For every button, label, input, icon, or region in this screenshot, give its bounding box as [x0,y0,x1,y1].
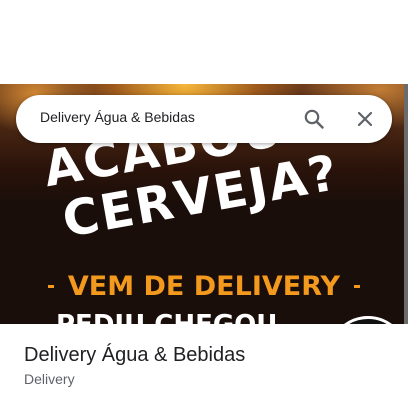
divider-right [354,284,360,288]
divider-left [48,284,54,288]
place-title: Delivery Água & Bebidas [24,344,246,366]
search-input[interactable]: Delivery Água & Bebidas [40,109,195,125]
search-icon[interactable] [303,108,325,130]
close-icon[interactable] [355,109,375,129]
map-top-area [0,0,408,84]
hero-edge [404,84,408,324]
hero-tagline: PEDIU CHEGOU [56,310,277,324]
hero-subheadline-row: VEM DE DELIVERY [48,268,360,304]
search-bar[interactable]: Delivery Água & Bebidas [16,95,392,143]
hero-logo-badge [328,316,408,324]
hero-subheadline: VEM DE DELIVERY [67,270,341,302]
place-info-panel[interactable]: Delivery Água & Bebidas Delivery [0,324,408,408]
place-category: Delivery [24,371,75,387]
